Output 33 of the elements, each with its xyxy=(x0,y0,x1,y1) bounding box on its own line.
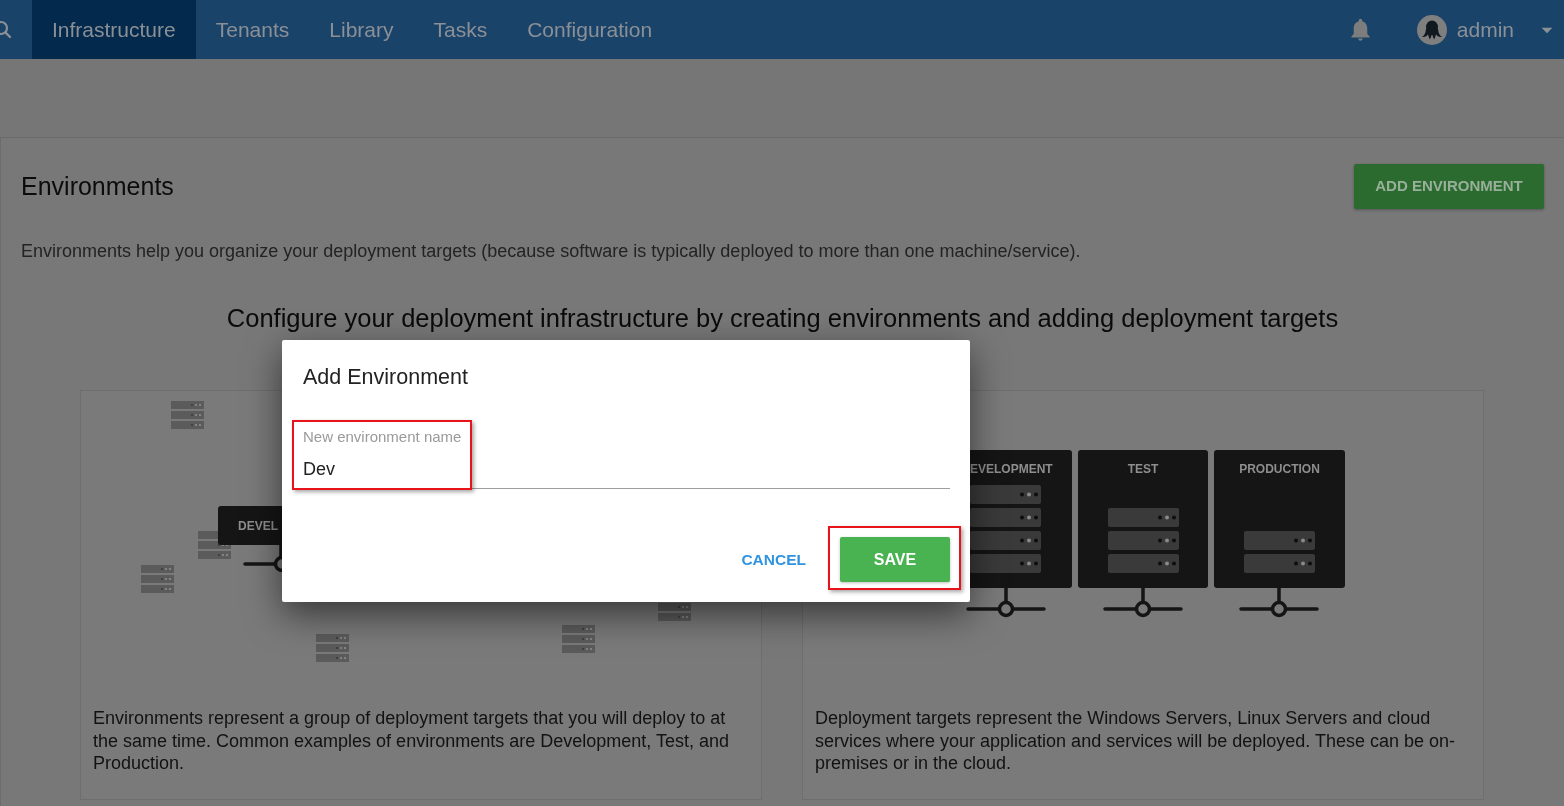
nav-tab[interactable]: Tasks xyxy=(413,0,508,59)
server-icon xyxy=(1107,554,1179,573)
server-stack-icon xyxy=(658,603,691,621)
environment-label: TEST xyxy=(1127,461,1159,477)
add-environment-button[interactable]: ADD ENVIRONMENT xyxy=(1354,164,1544,209)
dialog-title: Add Environment xyxy=(303,364,469,391)
server-icon xyxy=(1244,531,1315,550)
cancel-button[interactable]: CANCEL xyxy=(727,537,820,582)
server-icon xyxy=(1107,508,1179,527)
user-name[interactable]: admin xyxy=(1456,13,1514,46)
nav-tab[interactable]: Infrastructure xyxy=(32,0,196,59)
search-icon[interactable] xyxy=(0,19,11,40)
section-heading: Configure your deployment infrastructure by creating environments and adding deployment targets xyxy=(225,303,1340,334)
server-stack-icon xyxy=(141,565,174,593)
environment-label: EVELOPMENT xyxy=(970,461,1053,477)
server-stack-icon xyxy=(316,634,349,662)
card-description: Deployment targets represent the Windows Servers, Linux Servers and cloud services where your application and services will be deployed. These can be on-premises or in the cloud. xyxy=(814,707,1457,775)
page-title: Environments xyxy=(21,170,174,202)
server-icon xyxy=(1107,531,1179,550)
server-stack-icon xyxy=(562,625,595,653)
environment-label: DEVEL xyxy=(238,517,278,535)
card-description: Environments represent a group of deployment targets that you will deploy to at the same time. Common examples of environments are Development, Test, and Production. xyxy=(92,707,730,775)
nav-tab[interactable]: Tenants xyxy=(195,0,310,59)
page-description: Environments help you organize your deployment targets (because software is typically deployed to more than one machine/service). xyxy=(21,240,1082,263)
nav-tab[interactable]: Library xyxy=(309,0,414,59)
field-label: New environment name xyxy=(303,428,462,446)
avatar-icon[interactable] xyxy=(1416,14,1447,45)
name-input[interactable]: Dev xyxy=(303,455,950,489)
save-button[interactable]: SAVE xyxy=(840,537,950,582)
server-icon xyxy=(1244,554,1315,573)
environment-label: PRODUCTION xyxy=(1239,461,1320,477)
server-stack-icon xyxy=(171,401,204,429)
nav-tab[interactable]: Configuration xyxy=(507,0,673,59)
